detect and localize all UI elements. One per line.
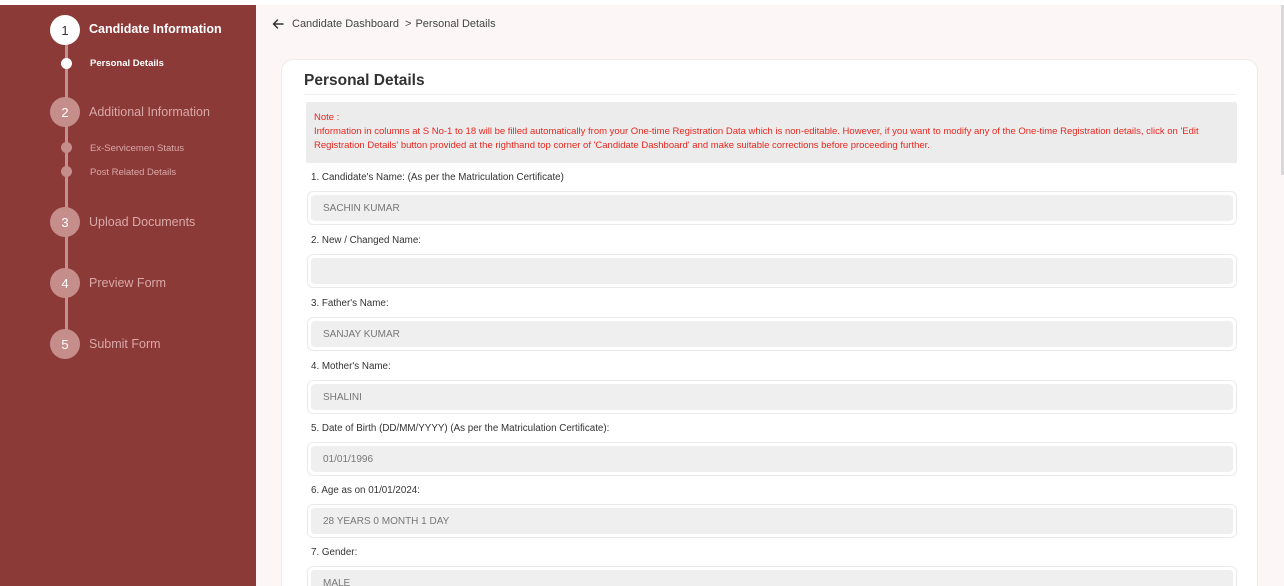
substep-personal-details-dot: [61, 58, 72, 69]
dob-input[interactable]: [311, 446, 1233, 472]
gender-field-wrap: [307, 566, 1237, 586]
step-3-circle: 3: [50, 207, 80, 237]
mother-name-field-wrap: [307, 380, 1237, 414]
step-4-number: 4: [61, 275, 69, 291]
info-note: Note : Information in columns at S No-1 …: [306, 102, 1237, 163]
age-field-wrap: [307, 504, 1237, 538]
breadcrumb-dashboard-link[interactable]: Candidate Dashboard: [292, 18, 399, 30]
substep-post-related-dot: [61, 166, 72, 177]
step-1-circle: 1: [50, 15, 80, 45]
step-3-label[interactable]: Upload Documents: [89, 215, 195, 229]
back-arrow-icon[interactable]: [271, 17, 285, 31]
changed-name-label: 2. New / Changed Name:: [311, 235, 421, 246]
mother-name-label: 4. Mother's Name:: [311, 361, 391, 372]
step-4-circle: 4: [50, 268, 80, 298]
personal-details-card: Personal Details Note : Information in c…: [281, 59, 1258, 586]
step-5-circle: 5: [50, 329, 80, 359]
step-1-label[interactable]: Candidate Information: [89, 22, 222, 36]
breadcrumb-separator: >: [405, 18, 412, 30]
substep-ex-servicemen-status[interactable]: Ex-Servicemen Status: [90, 143, 184, 154]
gender-input[interactable]: [311, 570, 1233, 586]
changed-name-input[interactable]: [311, 258, 1233, 284]
dob-label: 5. Date of Birth (DD/MM/YYYY) (As per th…: [311, 423, 610, 434]
candidate-name-input[interactable]: [311, 195, 1233, 221]
note-text: Information in columns at S No-1 to 18 w…: [314, 126, 1199, 151]
father-name-input[interactable]: [311, 321, 1233, 347]
age-input[interactable]: [311, 508, 1233, 534]
age-label: 6. Age as on 01/01/2024:: [311, 485, 420, 496]
dob-field-wrap: [307, 442, 1237, 476]
step-2-number: 2: [61, 104, 69, 120]
step-2-label[interactable]: Additional Information: [89, 105, 210, 119]
changed-name-field-wrap: [307, 254, 1237, 288]
candidate-name-field-wrap: [307, 191, 1237, 225]
step-2-circle: 2: [50, 97, 80, 127]
breadcrumb: Candidate Dashboard > Personal Details: [271, 17, 496, 31]
substep-personal-details[interactable]: Personal Details: [90, 58, 164, 69]
father-name-field-wrap: [307, 317, 1237, 351]
step-5-number: 5: [61, 336, 69, 352]
progress-sidebar: 1 Candidate Information Personal Details…: [0, 5, 256, 586]
main-content: Candidate Dashboard > Personal Details P…: [256, 5, 1284, 586]
step-4-label[interactable]: Preview Form: [89, 276, 166, 290]
breadcrumb-current: Personal Details: [415, 18, 496, 30]
step-1-number: 1: [61, 22, 69, 38]
step-3-number: 3: [61, 214, 69, 230]
page-title: Personal Details: [304, 72, 425, 89]
note-heading: Note :: [314, 112, 340, 123]
step-5-label[interactable]: Submit Form: [89, 337, 161, 351]
candidate-name-label: 1. Candidate's Name: (As per the Matricu…: [311, 172, 564, 183]
substep-ex-servicemen-dot: [61, 142, 72, 153]
gender-label: 7. Gender:: [311, 547, 358, 558]
mother-name-input[interactable]: [311, 384, 1233, 410]
title-divider: [304, 94, 1237, 95]
substep-post-related-details[interactable]: Post Related Details: [90, 167, 176, 178]
father-name-label: 3. Father's Name:: [311, 298, 389, 309]
